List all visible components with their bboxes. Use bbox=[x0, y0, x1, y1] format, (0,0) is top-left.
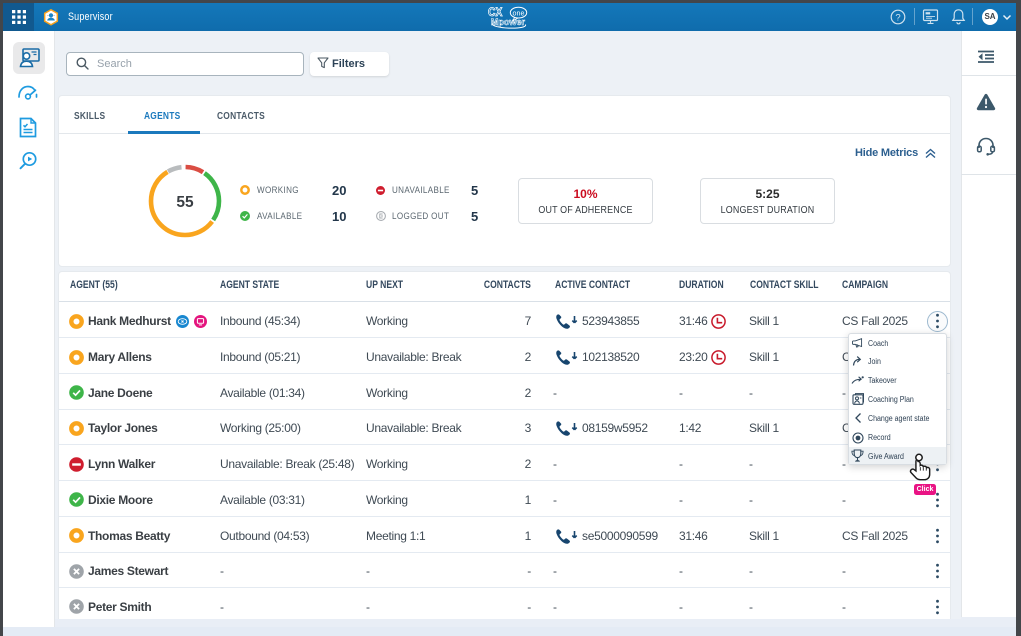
svg-text:Mpower: Mpower bbox=[491, 17, 525, 27]
svg-text:?: ? bbox=[895, 12, 900, 23]
svg-text:55: 55 bbox=[176, 194, 194, 211]
